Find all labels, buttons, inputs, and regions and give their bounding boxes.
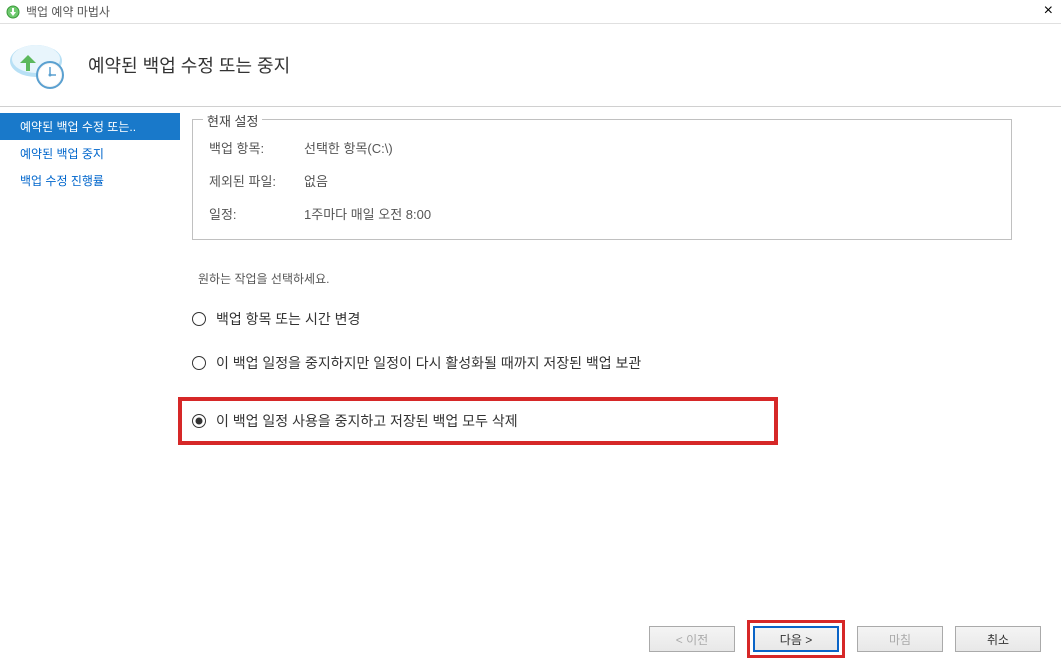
sidebar-item-label: 예약된 백업 중지 — [20, 147, 104, 161]
option-label: 이 백업 일정을 중지하지만 일정이 다시 활성화될 때까지 저장된 백업 보관 — [216, 353, 641, 373]
next-button-highlight: 다음 > — [747, 620, 845, 658]
settings-label: 제외된 파일: — [209, 171, 304, 190]
main-content: 현재 설정 백업 항목: 선택한 항목(C:\) 제외된 파일: 없음 일정: … — [180, 107, 1061, 626]
app-icon — [6, 5, 20, 19]
option-change-items[interactable]: 백업 항목 또는 시간 변경 — [192, 309, 1025, 329]
button-label: 다음 > — [780, 631, 812, 648]
finish-button: 마침 — [857, 626, 943, 652]
wizard-footer: < 이전 다음 > 마침 취소 — [649, 620, 1041, 658]
settings-value: 없음 — [304, 171, 328, 190]
button-label: 마침 — [889, 631, 911, 648]
sidebar-item-progress[interactable]: 백업 수정 진행률 — [0, 167, 180, 194]
option-label: 백업 항목 또는 시간 변경 — [216, 309, 360, 329]
sidebar-item-label: 예약된 백업 수정 또는.. — [20, 120, 136, 134]
settings-value: 선택한 항목(C:\) — [304, 138, 393, 157]
radio-icon — [192, 414, 206, 428]
option-stop-delete[interactable]: 이 백업 일정 사용을 중지하고 저장된 백업 모두 삭제 — [178, 397, 778, 445]
settings-row-schedule: 일정: 1주마다 매일 오전 8:00 — [209, 204, 995, 223]
radio-icon — [192, 312, 206, 326]
window-title: 백업 예약 마법사 — [26, 3, 110, 20]
sidebar-item-label: 백업 수정 진행률 — [20, 174, 104, 188]
next-button[interactable]: 다음 > — [753, 626, 839, 652]
prev-button: < 이전 — [649, 626, 735, 652]
sidebar: 예약된 백업 수정 또는.. 예약된 백업 중지 백업 수정 진행률 — [0, 107, 180, 626]
cancel-button[interactable]: 취소 — [955, 626, 1041, 652]
settings-row-backup-item: 백업 항목: 선택한 항목(C:\) — [209, 138, 995, 157]
button-label: < 이전 — [676, 631, 708, 648]
radio-icon — [192, 356, 206, 370]
button-label: 취소 — [987, 631, 1009, 648]
prompt-text: 원하는 작업을 선택하세요. — [198, 270, 1025, 287]
current-settings-box: 현재 설정 백업 항목: 선택한 항목(C:\) 제외된 파일: 없음 일정: … — [192, 119, 1012, 240]
titlebar: 백업 예약 마법사 × — [0, 0, 1061, 24]
sidebar-item-modify-or-stop[interactable]: 예약된 백업 수정 또는.. — [0, 113, 180, 140]
option-label: 이 백업 일정 사용을 중지하고 저장된 백업 모두 삭제 — [216, 411, 518, 431]
sidebar-item-stop-backup[interactable]: 예약된 백업 중지 — [0, 140, 180, 167]
settings-label: 백업 항목: — [209, 138, 304, 157]
wizard-header-icon — [8, 37, 68, 93]
close-icon[interactable]: × — [1044, 2, 1053, 20]
settings-value: 1주마다 매일 오전 8:00 — [304, 204, 431, 223]
settings-label: 일정: — [209, 204, 304, 223]
settings-row-excluded: 제외된 파일: 없음 — [209, 171, 995, 190]
settings-legend: 현재 설정 — [203, 111, 262, 130]
wizard-header: 예약된 백업 수정 또는 중지 — [0, 24, 1061, 106]
page-title: 예약된 백업 수정 또는 중지 — [88, 52, 290, 78]
option-stop-keep[interactable]: 이 백업 일정을 중지하지만 일정이 다시 활성화될 때까지 저장된 백업 보관 — [192, 353, 1025, 373]
